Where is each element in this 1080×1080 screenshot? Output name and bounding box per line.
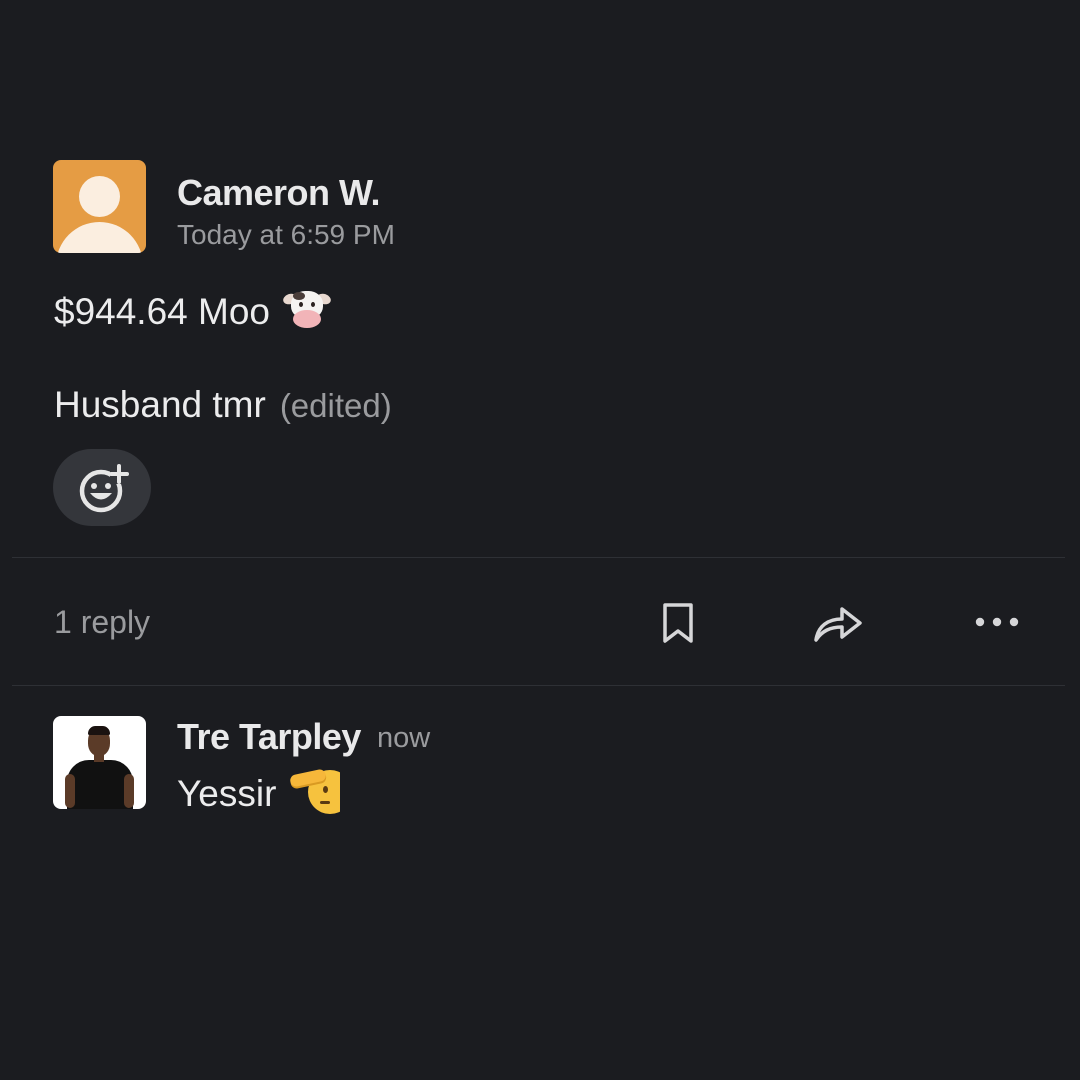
cow-emoji (281, 288, 333, 330)
share-icon (814, 607, 862, 642)
reply-message: Yessir (177, 768, 341, 815)
add-reaction-button[interactable] (53, 449, 151, 526)
edited-label: (edited) (279, 387, 392, 424)
message-timestamp: Today at 6:59 PM (177, 219, 395, 250)
more-icon (975, 617, 1019, 627)
divider (12, 685, 1065, 686)
bookmark-icon (663, 603, 693, 643)
author-name[interactable]: Cameron W. (177, 172, 387, 216)
bookmark-button[interactable] (660, 600, 696, 651)
saluting-face-emoji (290, 768, 341, 814)
avatar-head (79, 176, 120, 217)
reply-avatar[interactable] (53, 716, 146, 809)
add-reaction-icon (79, 464, 129, 513)
divider (12, 557, 1065, 558)
author-avatar[interactable] (53, 160, 146, 253)
message-line-1: $944.64 Moo (54, 288, 333, 333)
reply-author-name[interactable]: Tre Tarpley (177, 716, 361, 758)
reply-count[interactable]: 1 reply (54, 604, 150, 641)
reply-timestamp: now (377, 722, 431, 754)
message-line-2: Husband tmr (edited) (54, 384, 392, 426)
more-button[interactable] (972, 610, 1022, 639)
reply-text: Yessir (177, 773, 277, 814)
share-button[interactable] (812, 600, 864, 651)
message-text: Husband tmr (54, 384, 266, 425)
message-text: $944.64 Moo (54, 291, 271, 332)
avatar-shoulders (56, 222, 143, 253)
